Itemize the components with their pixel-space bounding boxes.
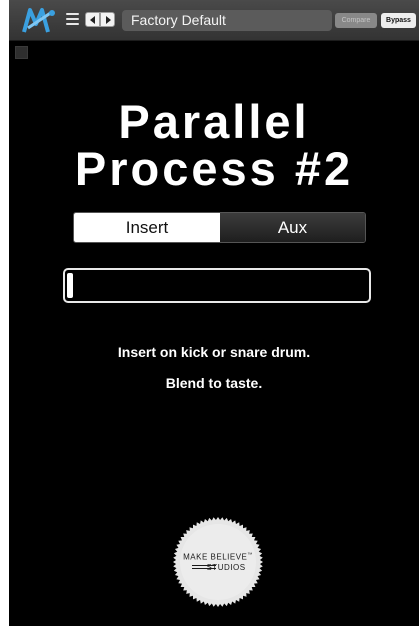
plugin-window: Factory Default Compare Bypass Parallel … [9,0,419,626]
host-toolbar: Factory Default Compare Bypass [9,0,419,41]
instruction-line2: Blend to taste. [165,375,263,391]
small-square-icon[interactable] [15,46,28,59]
brand-line2: STUDIOS [206,563,246,572]
mode-tab-aux[interactable]: Aux [220,213,365,242]
plugin-title-line2: Process #2 [74,142,354,195]
blend-slider-fill [67,273,73,298]
mode-tab-insert[interactable]: Insert [74,213,220,242]
preset-name-field[interactable]: Factory Default [122,10,332,31]
bypass-button[interactable]: Bypass [381,13,416,28]
instruction-line1: Insert on kick or snare drum. [117,344,311,360]
prev-preset-icon [90,16,95,24]
plugin-title-line1: Parallel [118,95,310,148]
menu-icon[interactable] [66,13,79,25]
plugin-logo-icon[interactable] [22,6,58,34]
next-preset-button[interactable] [100,12,115,27]
seal-badge-icon [173,517,263,607]
mode-switch: Insert Aux [73,212,366,243]
blend-slider[interactable] [63,268,371,303]
make-believe-studios-logo: MAKE BELIEVE™ STUDIOS [172,516,264,608]
brand-line1: MAKE BELIEVE™ [183,552,253,562]
prev-preset-button[interactable] [85,12,100,27]
compare-button[interactable]: Compare [335,13,377,28]
next-preset-icon [106,16,111,24]
